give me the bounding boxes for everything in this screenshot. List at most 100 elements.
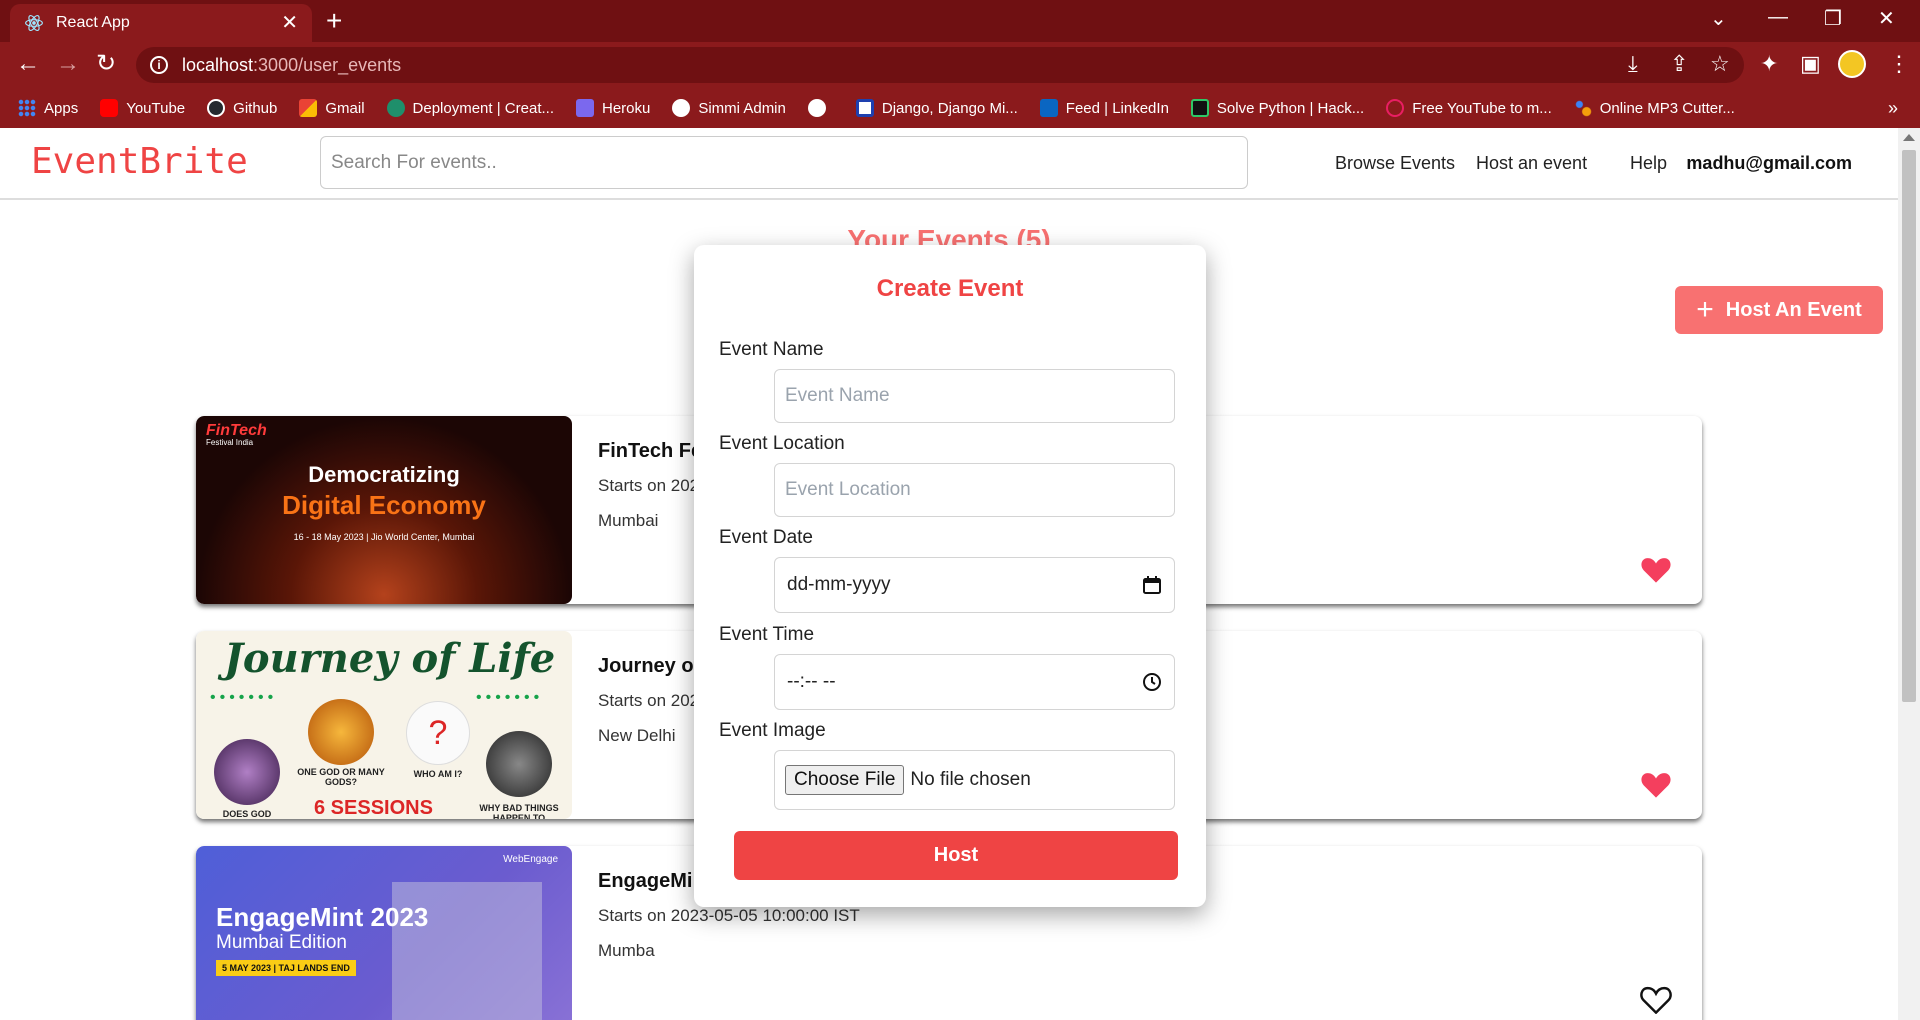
image-title: Journey of Life [224, 635, 556, 682]
bookmark-youtube-mp3[interactable]: Free YouTube to m... [1386, 99, 1552, 117]
image-line: Mumbai Edition [216, 932, 347, 953]
minimize-icon[interactable]: — [1768, 6, 1788, 29]
apps-grid-icon [18, 99, 36, 117]
extensions-icon[interactable]: ✦ [1760, 52, 1778, 76]
bookmark-django[interactable]: Django, Django Mi... [855, 99, 1018, 117]
github-icon [207, 99, 226, 117]
bookmark-label: Gmail [325, 99, 365, 117]
bookmark-label: Django, Django Mi... [881, 99, 1018, 117]
bookmark-github[interactable]: Github [207, 99, 277, 117]
restore-icon[interactable]: ❐ [1824, 6, 1842, 31]
image-caption: WHO AM I? [413, 769, 463, 779]
event-date-input[interactable]: dd-mm-yyyy [774, 557, 1175, 613]
question-mark-icon: ? [406, 701, 470, 765]
nav-host-event[interactable]: Host an event [1476, 153, 1587, 174]
event-title[interactable]: EngageMi [598, 870, 692, 893]
react-icon [25, 15, 43, 31]
event-location-label: Event Location [719, 433, 845, 454]
site-logo[interactable]: EventBrite [31, 141, 248, 182]
heart-outline-icon[interactable] [1639, 984, 1673, 1014]
page: EventBrite Browse Events Host an event H… [0, 128, 1898, 1020]
image-caption: WHY BAD THINGS HAPPEN TO [479, 803, 559, 819]
site-header: EventBrite Browse Events Host an event H… [0, 128, 1898, 200]
bookmark-youtube[interactable]: YouTube [100, 99, 185, 117]
dots-decoration: ••••••• [210, 689, 278, 706]
clock-icon[interactable] [1142, 672, 1162, 692]
close-window-icon[interactable]: ✕ [1878, 6, 1895, 31]
bookmark-deployment[interactable]: Deployment | Creat... [386, 99, 554, 117]
bookmark-label: Free YouTube to m... [1412, 99, 1552, 117]
browser-tabbar: React App ✕ + ⌄ — ❐ ✕ [0, 0, 1920, 42]
scrollbar-thumb[interactable] [1902, 150, 1916, 702]
calendar-icon[interactable] [1142, 575, 1162, 595]
forward-icon[interactable]: → [56, 52, 80, 76]
search-input[interactable] [320, 136, 1248, 189]
event-location: Mumba [598, 941, 655, 960]
bookmark-heroku[interactable]: Heroku [575, 99, 650, 117]
nav-browse-events[interactable]: Browse Events [1335, 153, 1455, 174]
bookmark-globe[interactable] [807, 99, 834, 117]
event-title[interactable]: Journey of [598, 655, 700, 678]
menu-icon[interactable]: ⋮ [1888, 52, 1910, 76]
tab-title: React App [56, 14, 130, 31]
install-icon[interactable]: ⤓ [1628, 52, 1638, 76]
nav-help[interactable]: Help [1630, 153, 1667, 174]
bookmarks-bar: Apps YouTube Github Gmail Deployment | C… [0, 88, 1920, 128]
bookmark-star-icon[interactable]: ☆ [1710, 52, 1730, 76]
create-event-modal: Create Event Event Name Event Location E… [694, 245, 1206, 907]
linkedin-icon [1039, 99, 1058, 117]
bookmark-gmail[interactable]: Gmail [299, 99, 365, 117]
image-caption: ONE GOD OR MANY GODS? [297, 767, 385, 787]
image-caption: DOES GOD [222, 809, 272, 819]
bookmark-simmi-admin[interactable]: Simmi Admin [672, 99, 786, 117]
url-input[interactable]: i localhost:3000/user_events [136, 47, 1744, 83]
bookmark-label: Github [233, 99, 278, 117]
profile-avatar[interactable] [1838, 50, 1866, 78]
user-email[interactable]: madhu@gmail.com [1686, 153, 1852, 174]
bookmark-label: Simmi Admin [698, 99, 786, 117]
plus-icon: + [1696, 293, 1714, 326]
image-sessions: 6 SESSIONS [314, 797, 433, 819]
event-image: WebEngage EngageMint 2023 Mumbai Edition… [196, 846, 572, 1020]
bookmark-linkedin[interactable]: Feed | LinkedIn [1039, 99, 1169, 117]
image-line: Democratizing [308, 462, 460, 487]
bookmark-label: Apps [44, 99, 79, 117]
event-image-input[interactable]: Choose File No file chosen [774, 750, 1175, 810]
scroll-up-icon[interactable] [1903, 134, 1915, 141]
more-bookmarks-icon[interactable]: » [1888, 98, 1898, 119]
dots-decoration: ••••••• [476, 689, 544, 706]
image-line: Digital Economy [282, 490, 486, 520]
choose-file-button[interactable]: Choose File [785, 765, 905, 795]
bookmark-label: Online MP3 Cutter... [1599, 99, 1735, 117]
event-start: Starts on 2023-05-05 10:00:00 IST [598, 906, 860, 925]
browser-tab[interactable]: React App ✕ [10, 4, 312, 42]
heart-filled-icon[interactable] [1639, 769, 1673, 799]
event-name-input[interactable] [774, 369, 1175, 423]
react-icon [386, 99, 405, 117]
page-scrollbar[interactable] [1898, 128, 1920, 1020]
reload-icon[interactable]: ↻ [96, 52, 116, 76]
host-submit-button[interactable]: Host [734, 831, 1178, 880]
image-brand-sub: Festival India [206, 438, 254, 447]
share-icon[interactable]: ⇪ [1670, 52, 1688, 76]
event-location-input[interactable] [774, 463, 1175, 517]
event-name-label: Event Name [719, 339, 824, 360]
new-tab-icon[interactable]: + [326, 6, 342, 36]
event-title[interactable]: FinTech Fe [598, 440, 702, 463]
image-line: EngageMint 2023 [216, 902, 429, 932]
side-panel-icon[interactable]: ▣ [1800, 52, 1821, 76]
tab-search-icon[interactable]: ⌄ [1710, 6, 1727, 31]
event-time-input[interactable]: --:-- -- [774, 654, 1175, 710]
bookmark-apps[interactable]: Apps [18, 99, 78, 117]
event-location: Mumbai [598, 511, 659, 530]
back-icon[interactable]: ← [16, 52, 40, 76]
link-icon [1386, 99, 1405, 117]
time-value: --:-- -- [787, 671, 836, 692]
no-file-text: No file chosen [910, 769, 1031, 790]
bookmark-hackerrank[interactable]: Solve Python | Hack... [1190, 99, 1364, 117]
bookmark-mp3-cutter[interactable]: Online MP3 Cutter... [1573, 99, 1735, 117]
close-tab-icon[interactable]: ✕ [281, 13, 298, 33]
heart-filled-icon[interactable] [1639, 554, 1673, 584]
host-an-event-button[interactable]: + Host An Event [1675, 286, 1883, 334]
site-info-icon[interactable]: i [150, 56, 168, 74]
